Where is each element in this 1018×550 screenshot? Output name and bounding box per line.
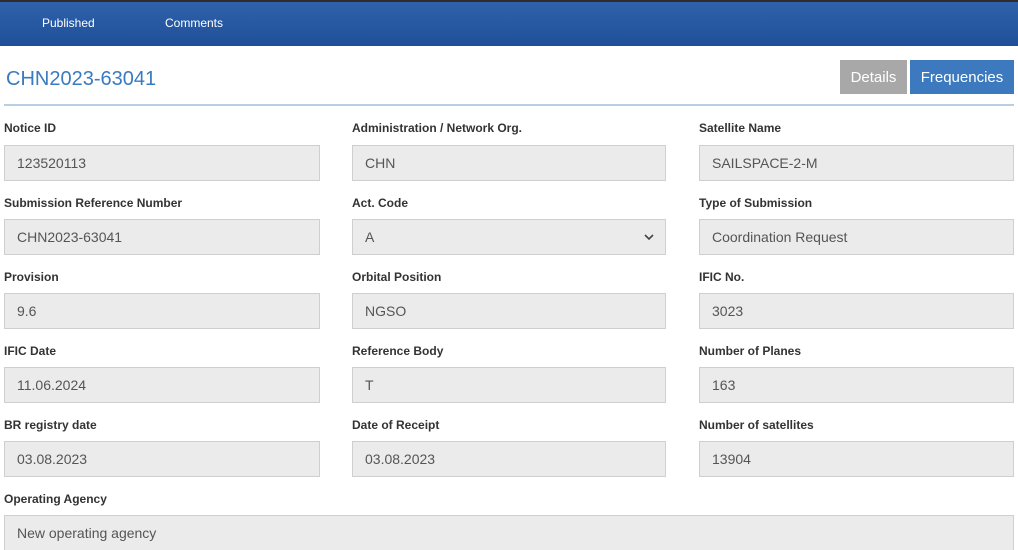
- provision-value: 9.6: [17, 303, 37, 319]
- submission-ref-label: Submission Reference Number: [4, 196, 183, 210]
- operating-agency-label: Operating Agency: [4, 492, 107, 506]
- administration-field[interactable]: CHN: [352, 145, 666, 181]
- number-of-satellites-field[interactable]: 13904: [699, 441, 1014, 477]
- operating-agency-field[interactable]: New operating agency: [4, 515, 1014, 550]
- details-button[interactable]: Details: [840, 60, 907, 94]
- satellite-name-label: Satellite Name: [699, 121, 782, 135]
- date-of-receipt-label: Date of Receipt: [352, 418, 440, 432]
- orbital-position-value: NGSO: [365, 303, 407, 319]
- reference-body-label: Reference Body: [352, 344, 444, 358]
- operating-agency-value: New operating agency: [17, 525, 157, 541]
- submission-ref-field[interactable]: CHN2023-63041: [4, 219, 320, 255]
- tab-published[interactable]: Published: [42, 16, 95, 30]
- header-divider: [4, 104, 1014, 106]
- satellite-name-field[interactable]: SAILSPACE-2-M: [699, 145, 1014, 181]
- submission-ref-value: CHN2023-63041: [17, 229, 123, 245]
- chevron-down-icon: [643, 231, 655, 243]
- date-of-receipt-field[interactable]: 03.08.2023: [352, 441, 666, 477]
- number-of-planes-label: Number of Planes: [699, 344, 802, 358]
- type-of-submission-field[interactable]: Coordination Request: [699, 219, 1014, 255]
- number-of-satellites-label: Number of satellites: [699, 418, 814, 432]
- reference-body-value: T: [365, 377, 374, 393]
- br-registry-date-label: BR registry date: [4, 418, 97, 432]
- provision-field[interactable]: 9.6: [4, 293, 320, 329]
- ific-date-value: 11.06.2024: [17, 377, 87, 393]
- provision-label: Provision: [4, 270, 59, 284]
- number-of-planes-value: 163: [712, 377, 736, 393]
- ific-no-value: 3023: [712, 303, 744, 319]
- page-title: CHN2023-63041: [6, 68, 157, 90]
- top-nav-bar: Published Comments: [0, 0, 1018, 46]
- satellite-name-value: SAILSPACE-2-M: [712, 155, 818, 171]
- tab-comments[interactable]: Comments: [165, 16, 223, 30]
- notice-id-label: Notice ID: [4, 121, 57, 135]
- ific-no-label: IFIC No.: [699, 270, 745, 284]
- date-of-receipt-value: 03.08.2023: [365, 451, 436, 467]
- type-of-submission-label: Type of Submission: [699, 196, 813, 210]
- ific-date-label: IFIC Date: [4, 344, 57, 358]
- orbital-position-label: Orbital Position: [352, 270, 442, 284]
- ific-date-field[interactable]: 11.06.2024: [4, 367, 320, 403]
- notice-id-value: 123520113: [17, 155, 87, 171]
- br-registry-date-field[interactable]: 03.08.2023: [4, 441, 320, 477]
- reference-body-field[interactable]: T: [352, 367, 666, 403]
- notice-id-field[interactable]: 123520113: [4, 145, 320, 181]
- orbital-position-field[interactable]: NGSO: [352, 293, 666, 329]
- act-code-value: A: [365, 229, 375, 245]
- number-of-satellites-value: 13904: [712, 451, 751, 467]
- frequencies-button[interactable]: Frequencies: [910, 60, 1014, 94]
- br-registry-date-value: 03.08.2023: [17, 451, 88, 467]
- administration-value: CHN: [365, 155, 396, 171]
- act-code-label: Act. Code: [352, 196, 409, 210]
- number-of-planes-field[interactable]: 163: [699, 367, 1014, 403]
- ific-no-field[interactable]: 3023: [699, 293, 1014, 329]
- act-code-select[interactable]: A: [352, 219, 666, 255]
- administration-label: Administration / Network Org.: [352, 121, 523, 135]
- type-of-submission-value: Coordination Request: [712, 229, 848, 245]
